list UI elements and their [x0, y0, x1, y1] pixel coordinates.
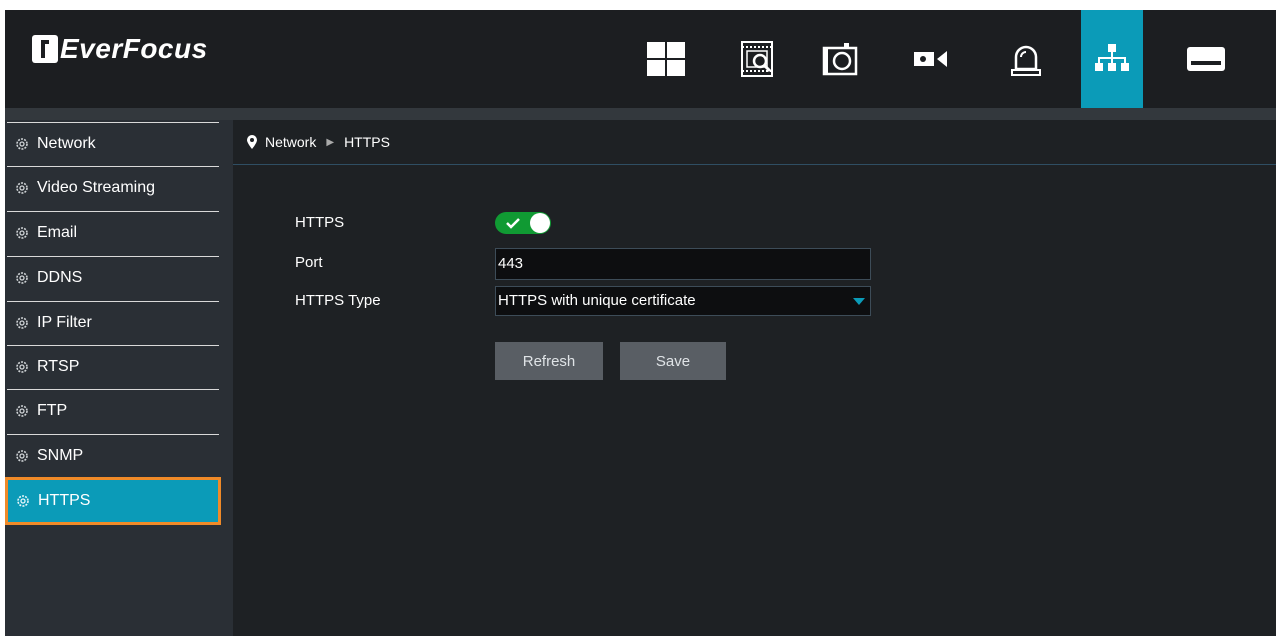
gear-icon [16, 227, 28, 239]
sidebar-item-label: Network [37, 135, 96, 152]
sidebar-item-label: HTTPS [38, 492, 91, 509]
breadcrumb: Network ▶ HTTPS [233, 120, 1276, 165]
layout-icon[interactable] [635, 10, 697, 108]
app-window: EverFocus Network Video Streaming Email … [5, 10, 1276, 636]
gear-icon [16, 450, 28, 462]
sidebar-item-ddns[interactable]: DDNS [7, 256, 219, 299]
sidebar-item-ip-filter[interactable]: IP Filter [7, 301, 219, 344]
main-panel: Network ▶ HTTPS HTTPS Port 443 HTTPS Typ… [233, 120, 1276, 636]
https-type-label: HTTPS Type [295, 292, 381, 309]
gear-icon [16, 272, 28, 284]
check-icon [506, 218, 520, 229]
sidebar-item-snmp[interactable]: SNMP [7, 434, 219, 477]
top-bar: EverFocus [5, 10, 1276, 108]
header-separator [5, 108, 1276, 120]
gear-icon [16, 182, 28, 194]
https-toggle[interactable] [495, 212, 551, 234]
gear-icon [17, 495, 29, 507]
port-label: Port [295, 254, 323, 271]
everfocus-logo: EverFocus [32, 32, 208, 66]
alarm-icon[interactable] [995, 10, 1057, 108]
breadcrumb-current: HTTPS [344, 134, 390, 150]
sidebar-item-label: IP Filter [37, 314, 92, 331]
refresh-button[interactable]: Refresh [495, 342, 603, 380]
https-label: HTTPS [295, 214, 345, 231]
sidebar-item-label: Email [37, 224, 78, 241]
logo-mark-icon [32, 35, 58, 63]
save-button[interactable]: Save [620, 342, 726, 380]
https-type-select[interactable]: HTTPS with unique certificate [495, 286, 871, 316]
location-pin-icon [247, 135, 257, 149]
sidebar-item-email[interactable]: Email [7, 211, 219, 254]
port-input[interactable]: 443 [495, 248, 871, 280]
chevron-down-icon [853, 298, 865, 305]
sidebar-item-label: Video Streaming [37, 179, 155, 196]
sidebar-item-video-streaming[interactable]: Video Streaming [7, 166, 219, 209]
gear-icon [16, 138, 28, 150]
sidebar-item-label: SNMP [37, 447, 84, 464]
sidebar: Network Video Streaming Email DDNS IP Fi… [5, 120, 233, 636]
gear-icon [16, 405, 28, 417]
camera-icon[interactable] [900, 10, 962, 108]
breadcrumb-parent[interactable]: Network [265, 134, 316, 150]
https-type-value: HTTPS with unique certificate [498, 292, 696, 309]
network-icon[interactable] [1081, 10, 1143, 108]
sidebar-item-label: FTP [37, 402, 68, 419]
sidebar-item-rtsp[interactable]: RTSP [7, 345, 219, 388]
logo-text: EverFocus [60, 33, 208, 64]
sidebar-item-label: RTSP [37, 358, 80, 375]
breadcrumb-arrow-icon: ▶ [326, 136, 335, 148]
toggle-knob [530, 213, 550, 233]
storage-icon[interactable] [1175, 10, 1237, 108]
sidebar-item-network[interactable]: Network [7, 122, 219, 165]
sidebar-item-label: DDNS [37, 269, 83, 286]
sidebar-item-ftp[interactable]: FTP [7, 389, 219, 432]
gear-icon [16, 317, 28, 329]
snapshot-icon[interactable] [809, 10, 871, 108]
playback-search-icon[interactable] [726, 10, 788, 108]
sidebar-item-https[interactable]: HTTPS [5, 477, 221, 525]
gear-icon [16, 361, 28, 373]
